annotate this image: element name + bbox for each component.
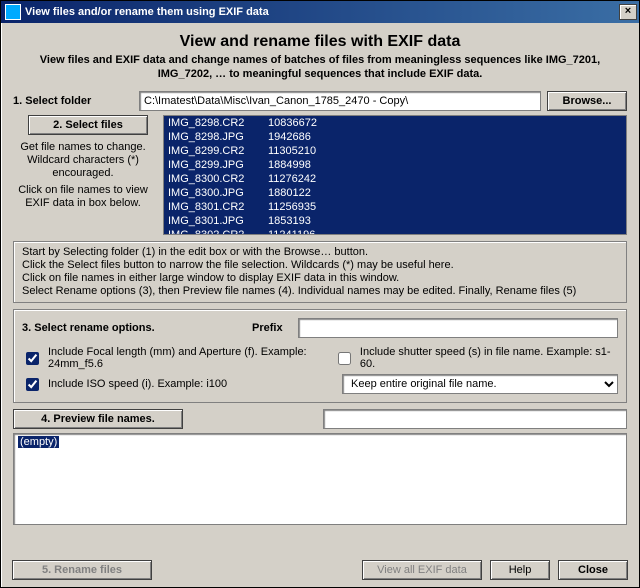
step2-hint1: Get file names to change.: [13, 141, 153, 154]
file-list-item[interactable]: IMG_8301.JPG1853193: [164, 214, 626, 228]
rename-files-button[interactable]: 5. Rename files: [12, 560, 152, 580]
file-name: IMG_8299.JPG: [168, 158, 268, 172]
step2-hint2: Wildcard characters (*) encouraged.: [13, 154, 153, 180]
file-name: IMG_8300.CR2: [168, 172, 268, 186]
file-size: 1884998: [268, 158, 311, 172]
file-size: 11276242: [268, 172, 316, 186]
preview-name-input[interactable]: [323, 409, 627, 429]
window-titlebar: View files and/or rename them using EXIF…: [1, 1, 639, 23]
chk-iso-box[interactable]: [26, 378, 39, 391]
file-list-item[interactable]: IMG_8300.JPG1880122: [164, 186, 626, 200]
instr-line: Start by Selecting folder (1) in the edi…: [22, 246, 618, 259]
window-title: View files and/or rename them using EXIF…: [25, 6, 269, 18]
page-subtitle: View files and EXIF data and change name…: [33, 53, 607, 81]
file-listbox[interactable]: IMG_8298.CR210836672IMG_8298.JPG1942686I…: [163, 115, 627, 235]
preview-empty: (empty): [18, 436, 59, 448]
help-button[interactable]: Help: [490, 560, 550, 580]
window-close-button[interactable]: ×: [619, 4, 637, 20]
file-list-item[interactable]: IMG_8302.CR211241196: [164, 228, 626, 235]
prefix-input[interactable]: [298, 318, 618, 338]
folder-path-input[interactable]: [139, 91, 541, 111]
rename-options-group: 3. Select rename options. Prefix Include…: [13, 309, 627, 403]
step1-label: 1. Select folder: [13, 95, 133, 107]
preview-listbox[interactable]: (empty): [13, 433, 627, 525]
file-size: 10836672: [268, 116, 317, 130]
file-list-item[interactable]: IMG_8299.CR211305210: [164, 144, 626, 158]
file-list-item[interactable]: IMG_8301.CR211256935: [164, 200, 626, 214]
file-size: 11305210: [268, 144, 316, 158]
instr-line: Select Rename options (3), then Preview …: [22, 285, 618, 298]
file-name: IMG_8301.CR2: [168, 200, 268, 214]
file-size: 11256935: [268, 200, 316, 214]
step2-hint3: Click on file names to view EXIF data in…: [13, 184, 153, 210]
browse-button[interactable]: Browse...: [547, 91, 627, 111]
file-name: IMG_8300.JPG: [168, 186, 268, 200]
file-size: 1880122: [268, 186, 311, 200]
file-list-item[interactable]: IMG_8299.JPG1884998: [164, 158, 626, 172]
chk-iso[interactable]: Include ISO speed (i). Example: i100: [22, 375, 322, 394]
file-list-item[interactable]: IMG_8300.CR211276242: [164, 172, 626, 186]
file-size: 1942686: [268, 130, 311, 144]
chk-focal-box[interactable]: [26, 352, 39, 365]
view-all-exif-button[interactable]: View all EXIF data: [362, 560, 482, 580]
file-list-item[interactable]: IMG_8298.JPG1942686: [164, 130, 626, 144]
page-title: View and rename files with EXIF data: [13, 33, 627, 51]
file-name: IMG_8298.JPG: [168, 130, 268, 144]
chk-shutter-box[interactable]: [338, 352, 351, 365]
step3-label: 3. Select rename options.: [22, 322, 252, 334]
keep-filename-select[interactable]: Keep entire original file name.: [342, 374, 618, 394]
app-icon: [5, 4, 21, 20]
prefix-label: Prefix: [252, 322, 298, 334]
preview-filenames-button[interactable]: 4. Preview file names.: [13, 409, 183, 429]
instr-line: Click on file names in either large wind…: [22, 272, 618, 285]
file-size: 11241196: [268, 228, 315, 235]
instr-line: Click the Select files button to narrow …: [22, 259, 618, 272]
select-files-button[interactable]: 2. Select files: [28, 115, 148, 135]
file-name: IMG_8302.CR2: [168, 228, 268, 235]
instructions-panel: Start by Selecting folder (1) in the edi…: [13, 241, 627, 303]
file-name: IMG_8301.JPG: [168, 214, 268, 228]
file-size: 1853193: [268, 214, 311, 228]
close-button[interactable]: Close: [558, 560, 628, 580]
chk-focal[interactable]: Include Focal length (mm) and Aperture (…: [22, 346, 314, 370]
file-name: IMG_8298.CR2: [168, 116, 268, 130]
chk-shutter[interactable]: Include shutter speed (s) in file name. …: [334, 346, 618, 370]
file-name: IMG_8299.CR2: [168, 144, 268, 158]
file-list-item[interactable]: IMG_8298.CR210836672: [164, 116, 626, 130]
